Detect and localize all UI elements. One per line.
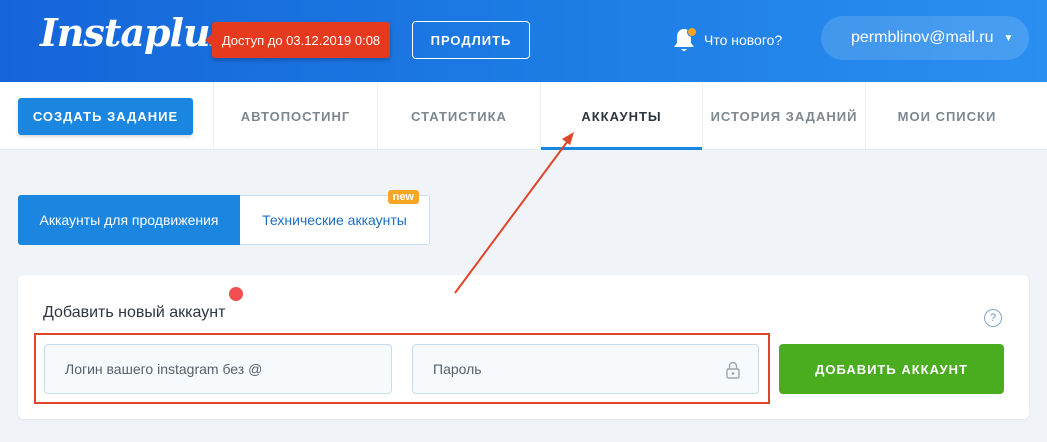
bell-icon (672, 27, 697, 53)
help-icon[interactable]: ? (984, 309, 1002, 327)
password-placeholder: Пароль (433, 361, 482, 377)
chevron-down-icon: ▼ (1003, 32, 1014, 44)
create-task-button[interactable]: СОЗДАТЬ ЗАДАНИЕ (18, 98, 193, 135)
password-input[interactable]: Пароль (412, 344, 759, 394)
user-menu[interactable]: permblinov@mail.ru ▼ (821, 16, 1029, 60)
notification-dot (687, 27, 697, 37)
whats-new-link[interactable]: Что нового? (672, 26, 782, 54)
new-badge: new (387, 190, 419, 204)
tab-tech-accounts[interactable]: Технические аккаунты new (240, 190, 430, 245)
tab-statistics[interactable]: СТАТИСТИКА (377, 82, 540, 150)
tab-autoposting[interactable]: АВТОПОСТИНГ (213, 82, 377, 150)
add-account-card: Добавить новый аккаунт ? Логин вашего in… (18, 275, 1029, 419)
tab-task-history[interactable]: ИСТОРИЯ ЗАДАНИЙ (702, 82, 865, 150)
tab-my-lists[interactable]: МОИ СПИСКИ (865, 82, 1028, 150)
logo[interactable]: Instaplus (40, 10, 231, 55)
user-email: permblinov@mail.ru (851, 29, 994, 46)
tech-accounts-label: Технические аккаунты (262, 212, 407, 228)
tab-promo-accounts[interactable]: Аккаунты для продвижения (18, 195, 240, 245)
whats-new-label: Что нового? (704, 32, 783, 48)
tab-accounts[interactable]: АККАУНТЫ (540, 82, 702, 150)
top-header: Instaplus Доступ до 03.12.2019 0:08 ПРОД… (0, 0, 1047, 82)
access-badge: Доступ до 03.12.2019 0:08 (205, 22, 390, 58)
lock-icon (726, 361, 740, 379)
account-type-tabs: Аккаунты для продвижения Технические акк… (18, 190, 430, 245)
add-account-button[interactable]: ДОБАВИТЬ АККАУНТ (779, 344, 1004, 394)
card-title: Добавить новый аккаунт (43, 304, 226, 321)
annotation-dot (229, 287, 243, 301)
main-nav: СОЗДАТЬ ЗАДАНИЕ АВТОПОСТИНГ СТАТИСТИКА А… (0, 82, 1047, 150)
login-input[interactable]: Логин вашего instagram без @ (44, 344, 392, 394)
extend-button[interactable]: ПРОДЛИТЬ (412, 21, 530, 59)
